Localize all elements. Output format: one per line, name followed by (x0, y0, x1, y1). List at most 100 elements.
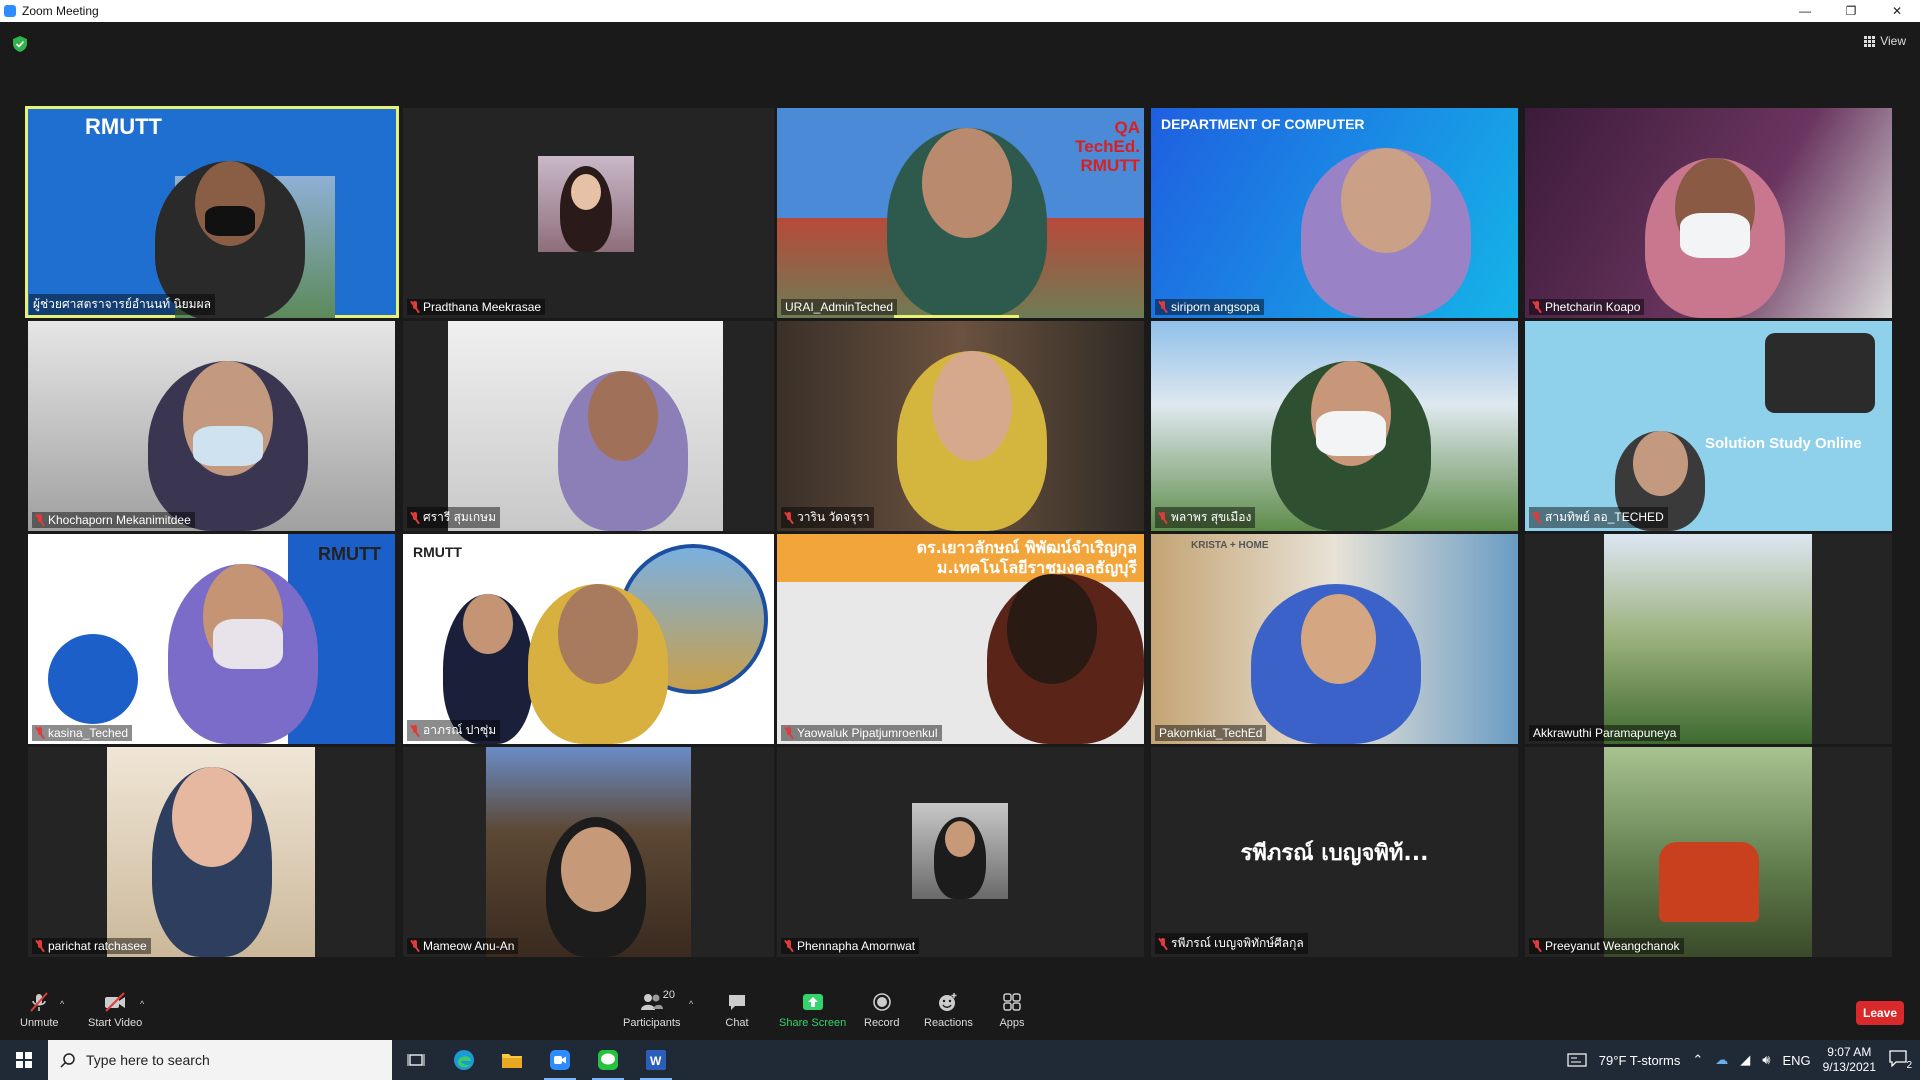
participant-video (897, 351, 1047, 531)
windows-taskbar: Type here to search W 79°F T-storms ⌃ ☁ … (0, 1040, 1920, 1080)
background-circle (48, 634, 138, 724)
meeting-toolbar: Unmute ^ Start Video ^ 20 Participants ^… (0, 987, 1920, 1040)
start-video-label: Start Video (88, 1017, 143, 1029)
mic-muted-icon (411, 724, 419, 737)
language-indicator[interactable]: ENG (1782, 1053, 1810, 1068)
video-tile[interactable]: Phetcharin Koapo (1525, 108, 1892, 318)
participants-options-caret-icon[interactable]: ^ (689, 999, 693, 1009)
restore-button[interactable]: ❐ (1828, 0, 1874, 22)
profile-picture (486, 747, 691, 957)
video-options-caret-icon[interactable]: ^ (140, 999, 144, 1009)
share-screen-icon (800, 991, 826, 1013)
background-logo-text: RMUTT (413, 544, 462, 560)
weather-text[interactable]: 79°F T-storms (1599, 1053, 1681, 1068)
video-tile[interactable]: Phennapha Amornwat (777, 747, 1144, 957)
network-icon[interactable]: ◢ (1740, 1052, 1750, 1068)
reactions-button[interactable]: Reactions (924, 991, 973, 1029)
participant-name: อาภรณ์ ปาซุ่ม (407, 720, 501, 741)
video-off-icon (102, 991, 128, 1013)
taskbar-search[interactable]: Type here to search (48, 1040, 392, 1080)
video-tile[interactable]: RMUTT kasina_Teched (28, 534, 395, 744)
participant-name: พลาพร สุขเมือง (1155, 507, 1256, 528)
clock[interactable]: 9:07 AM 9/13/2021 (1823, 1045, 1876, 1075)
participant-name: Khochaporn Mekanimitdee (32, 512, 195, 528)
mic-muted-icon (1159, 301, 1167, 313)
task-view-icon[interactable] (392, 1040, 440, 1080)
mic-muted-icon (1159, 937, 1167, 950)
participant-video (1271, 361, 1431, 531)
start-button[interactable] (0, 1040, 48, 1080)
background-logo-text: QA TechEd. RMUTT (1075, 118, 1140, 175)
record-button[interactable]: Record (864, 991, 899, 1029)
video-tile[interactable]: ดร.เยาวลักษณ์ พิพัฒน์จำเริญกุล ม.เทคโนโล… (777, 534, 1144, 744)
unmute-button[interactable]: Unmute (20, 991, 59, 1029)
video-tile[interactable]: Mameow Anu-An (403, 747, 774, 957)
video-tile[interactable]: Khochaporn Mekanimitdee (28, 321, 395, 531)
video-tile[interactable]: RMUTT อาภรณ์ ปาซุ่ม (403, 534, 774, 744)
clock-time: 9:07 AM (1827, 1045, 1872, 1059)
video-tile[interactable]: ศรารี สุมเกษม (403, 321, 774, 531)
edge-browser-icon[interactable] (440, 1040, 488, 1080)
video-tile[interactable]: DEPARTMENT OF COMPUTER siriporn angsopa (1151, 108, 1518, 318)
close-button[interactable]: ✕ (1874, 0, 1920, 22)
video-tile[interactable]: QA TechEd. RMUTT URAI_AdminTeched (777, 108, 1144, 318)
chat-button[interactable]: Chat (724, 991, 750, 1029)
participant-name: URAI_AdminTeched (781, 299, 898, 315)
minimize-button[interactable]: — (1782, 0, 1828, 22)
chevron-up-icon[interactable]: ⌃ (1692, 1052, 1703, 1068)
mic-muted-icon (1533, 940, 1541, 952)
leave-button[interactable]: Leave (1856, 1001, 1904, 1025)
zoom-taskbar-icon[interactable] (536, 1040, 584, 1080)
video-tile[interactable]: RMUTT ผู้ช่วยศาสตราจารย์อำนนท์ นิยมผล (25, 106, 399, 318)
mic-muted-icon (411, 511, 419, 524)
profile-picture (1604, 534, 1812, 744)
video-tile[interactable]: KRISTA + HOME Pakornkiat_TechEd (1151, 534, 1518, 744)
file-explorer-icon[interactable] (488, 1040, 536, 1080)
video-tile[interactable]: พลาพร สุขเมือง (1151, 321, 1518, 531)
share-screen-button[interactable]: Share Screen (779, 991, 846, 1029)
svg-text:W: W (650, 1054, 662, 1068)
mic-muted-icon (1533, 301, 1541, 313)
video-tile[interactable]: Preeyanut Weangchanok (1525, 747, 1892, 957)
participant-name: Mameow Anu-An (407, 938, 519, 954)
video-tile[interactable]: วาริน วัดจรุรา (777, 321, 1144, 531)
title-bar: Zoom Meeting — ❐ ✕ (0, 0, 1920, 22)
participant-name: รพีภรณ์ เบญจพิทักษ์ศีลกุล (1155, 933, 1308, 954)
volume-icon[interactable]: 🔊︎ (1762, 1052, 1770, 1068)
mic-muted-icon (411, 301, 419, 313)
onedrive-icon[interactable]: ☁ (1715, 1052, 1728, 1068)
view-button[interactable]: View (1864, 34, 1906, 48)
participants-button[interactable]: 20 Participants (623, 989, 680, 1029)
participant-name: Pradthana Meekrasae (407, 299, 546, 315)
participants-count: 20 (662, 989, 675, 1001)
profile-picture (107, 747, 315, 957)
mic-muted-icon (36, 940, 44, 952)
chat-icon (724, 991, 750, 1013)
video-tile[interactable]: Solution Study Online สามทิพย์ ลอ_TECHED (1525, 321, 1892, 531)
line-app-icon[interactable] (584, 1040, 632, 1080)
participant-name: Preeyanut Weangchanok (1529, 938, 1684, 954)
background-logo-text: DEPARTMENT OF COMPUTER (1161, 116, 1365, 132)
grid-icon (1864, 35, 1876, 47)
video-tile[interactable]: Akkrawuthi Paramapuneya (1525, 534, 1892, 744)
participant-video (987, 574, 1144, 744)
mic-muted-icon (785, 511, 793, 524)
system-tray: 79°F T-storms ⌃ ☁ ◢ 🔊︎ ENG 9:07 AM 9/13/… (1567, 1040, 1920, 1080)
video-tile[interactable]: Pradthana Meekrasae (403, 108, 774, 318)
apps-label: Apps (999, 1017, 1025, 1029)
encryption-shield-icon[interactable] (13, 36, 27, 52)
profile-picture (912, 803, 1008, 899)
video-tile[interactable]: parichat ratchasee (28, 747, 395, 957)
clock-date: 9/13/2021 (1822, 1060, 1876, 1074)
video-tile[interactable]: รพีภรณ์ เบญจพิท้... รพีภรณ์ เบญจพิทักษ์ศ… (1151, 747, 1518, 957)
mic-muted-icon (36, 514, 44, 526)
mic-muted-icon (785, 940, 793, 952)
chat-label: Chat (725, 1017, 749, 1029)
start-video-button[interactable]: Start Video (88, 991, 142, 1029)
record-label: Record (864, 1017, 900, 1029)
apps-button[interactable]: Apps (999, 991, 1025, 1029)
word-app-icon[interactable]: W (632, 1040, 680, 1080)
notification-center-icon[interactable]: 2 (1888, 1049, 1912, 1071)
audio-options-caret-icon[interactable]: ^ (60, 999, 64, 1009)
reactions-icon (935, 991, 961, 1013)
